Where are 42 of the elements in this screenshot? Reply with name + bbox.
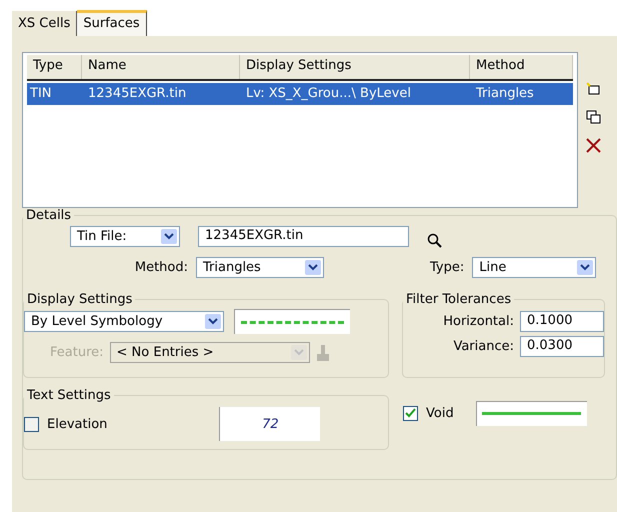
type-label: Type: — [430, 260, 464, 275]
line-style-preview[interactable] — [234, 309, 350, 334]
tolerance-label: Variance: — [453, 339, 514, 354]
elevation-label: Elevation — [47, 416, 108, 432]
group-title: Text Settings — [26, 388, 112, 403]
line-style-preview[interactable] — [476, 400, 587, 426]
tin-file-field[interactable]: 12345EXGR.tin — [198, 226, 409, 246]
column-header[interactable]: Type — [27, 55, 82, 79]
group-title: Filter Tolerances — [405, 292, 512, 307]
checkbox[interactable] — [403, 406, 418, 420]
chevron-down-icon[interactable] — [577, 260, 594, 275]
method-dropdown[interactable]: Triangles — [196, 257, 324, 278]
tolerance-field[interactable]: 0.0300 — [520, 336, 604, 357]
void-label: Void — [426, 406, 454, 420]
group-title: Display Settings — [26, 292, 134, 307]
checkbox[interactable] — [24, 416, 39, 432]
tolerance-label: Horizontal: — [443, 314, 514, 329]
type-dropdown[interactable]: Line — [472, 257, 596, 278]
tin-file-dropdown[interactable]: Tin File: — [70, 226, 180, 246]
chevron-down-icon[interactable] — [305, 260, 321, 275]
list-cell-text: 12345EXGR.tin — [87, 85, 188, 103]
feature-label: Feature: — [50, 345, 104, 360]
tolerance-field[interactable]: 0.1000 — [520, 311, 604, 332]
chevron-down-icon[interactable] — [161, 228, 177, 244]
new-icon[interactable] — [586, 82, 600, 96]
list-cell-text: Lv: XS_X_Grou...\ ByLevel — [245, 85, 412, 103]
column-header[interactable]: Display Settings — [240, 55, 470, 79]
group-title: Details — [25, 208, 72, 223]
search-icon[interactable] — [427, 233, 443, 249]
delete-icon[interactable] — [586, 138, 601, 153]
method-label: Method: — [134, 260, 188, 275]
list-cell-text: Triangles — [475, 85, 535, 103]
text-style-preview[interactable]: 72 — [219, 407, 320, 441]
column-header[interactable]: Name — [82, 55, 240, 79]
tab[interactable]: XS Cells — [12, 11, 78, 36]
copy-icon[interactable] — [586, 110, 601, 124]
list-row[interactable]: TIN 12345EXGR.tin Lv: XS_X_Grou...\ ByLevel Triangles — [27, 83, 573, 105]
tab[interactable]: Surfaces — [77, 10, 147, 36]
column-header[interactable]: Method — [470, 55, 573, 79]
symbology-dropdown[interactable]: By Level Symbology — [24, 311, 224, 332]
list-cell-text: TIN — [29, 85, 52, 103]
chevron-down-icon[interactable] — [205, 314, 221, 329]
